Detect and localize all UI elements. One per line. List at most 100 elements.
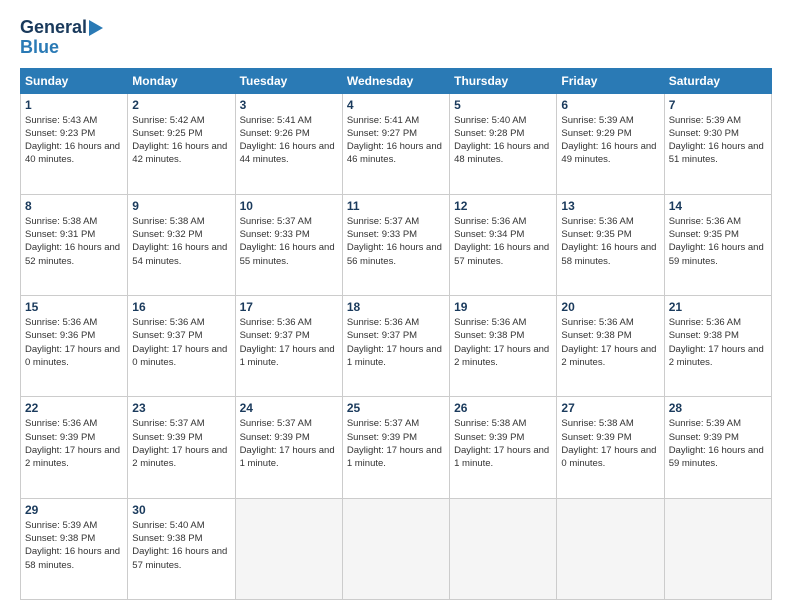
day-info: Sunrise: 5:38 AMSunset: 9:32 PMDaylight:… — [132, 215, 230, 268]
calendar-cell: 22Sunrise: 5:36 AMSunset: 9:39 PMDayligh… — [21, 397, 128, 498]
day-info: Sunrise: 5:39 AMSunset: 9:29 PMDaylight:… — [561, 114, 659, 167]
day-info: Sunrise: 5:36 AMSunset: 9:35 PMDaylight:… — [669, 215, 767, 268]
calendar-row: 22Sunrise: 5:36 AMSunset: 9:39 PMDayligh… — [21, 397, 772, 498]
logo-blue: Blue — [20, 38, 59, 58]
calendar-cell: 24 Sunrise: 5:37 AMSunset: 9:39 PMDayligh… — [235, 397, 342, 498]
day-info: Sunrise: 5:40 AMSunset: 9:38 PMDaylight:… — [132, 519, 230, 572]
day-info: Sunrise: 5:36 AMSunset: 9:38 PMDaylight:… — [669, 316, 767, 369]
day-number: 10 — [240, 199, 338, 213]
day-info: Sunrise: 5:36 AMSunset: 9:39 PMDaylight:… — [25, 417, 123, 470]
day-number: 11 — [347, 199, 445, 213]
day-number: 23 — [132, 401, 230, 415]
calendar-row: 15Sunrise: 5:36 AMSunset: 9:36 PMDayligh… — [21, 296, 772, 397]
day-info: Sunrise: 5:38 AMSunset: 9:31 PMDaylight:… — [25, 215, 123, 268]
calendar-cell: 16 Sunrise: 5:36 AMSunset: 9:37 PMDayligh… — [128, 296, 235, 397]
calendar-cell: 20Sunrise: 5:36 AMSunset: 9:38 PMDayligh… — [557, 296, 664, 397]
calendar-cell: 11 Sunrise: 5:37 AMSunset: 9:33 PMDayligh… — [342, 194, 449, 295]
day-number: 8 — [25, 199, 123, 213]
weekday-header: Friday — [557, 68, 664, 93]
day-number: 17 — [240, 300, 338, 314]
page: General Blue SundayMondayTuesdayWednesda… — [0, 0, 792, 612]
day-info: Sunrise: 5:36 AMSunset: 9:35 PMDaylight:… — [561, 215, 659, 268]
day-info: Sunrise: 5:41 AMSunset: 9:27 PMDaylight:… — [347, 114, 445, 167]
calendar-cell: 12 Sunrise: 5:36 AMSunset: 9:34 PMDayligh… — [450, 194, 557, 295]
calendar-cell: 28Sunrise: 5:39 AMSunset: 9:39 PMDayligh… — [664, 397, 771, 498]
calendar-cell: 30 Sunrise: 5:40 AMSunset: 9:38 PMDayligh… — [128, 498, 235, 599]
day-number: 16 — [132, 300, 230, 314]
day-number: 24 — [240, 401, 338, 415]
weekday-header: Thursday — [450, 68, 557, 93]
calendar-cell: 4 Sunrise: 5:41 AMSunset: 9:27 PMDaylight… — [342, 93, 449, 194]
day-number: 27 — [561, 401, 659, 415]
calendar-cell: 3Sunrise: 5:41 AMSunset: 9:26 PMDaylight… — [235, 93, 342, 194]
calendar-cell — [664, 498, 771, 599]
calendar-cell — [342, 498, 449, 599]
day-info: Sunrise: 5:36 AMSunset: 9:37 PMDaylight:… — [347, 316, 445, 369]
day-info: Sunrise: 5:36 AMSunset: 9:34 PMDaylight:… — [454, 215, 552, 268]
day-number: 9 — [132, 199, 230, 213]
day-number: 6 — [561, 98, 659, 112]
logo-general: General — [20, 17, 87, 37]
day-info: Sunrise: 5:39 AMSunset: 9:30 PMDaylight:… — [669, 114, 767, 167]
day-info: Sunrise: 5:37 AMSunset: 9:39 PMDaylight:… — [240, 417, 338, 470]
weekday-header: Tuesday — [235, 68, 342, 93]
logo: General Blue — [20, 18, 103, 58]
day-info: Sunrise: 5:37 AMSunset: 9:39 PMDaylight:… — [347, 417, 445, 470]
day-info: Sunrise: 5:36 AMSunset: 9:37 PMDaylight:… — [132, 316, 230, 369]
calendar-cell: 13Sunrise: 5:36 AMSunset: 9:35 PMDayligh… — [557, 194, 664, 295]
day-info: Sunrise: 5:37 AMSunset: 9:33 PMDaylight:… — [240, 215, 338, 268]
calendar-cell — [557, 498, 664, 599]
day-info: Sunrise: 5:37 AMSunset: 9:39 PMDaylight:… — [132, 417, 230, 470]
day-info: Sunrise: 5:36 AMSunset: 9:38 PMDaylight:… — [454, 316, 552, 369]
day-number: 4 — [347, 98, 445, 112]
day-number: 1 — [25, 98, 123, 112]
day-info: Sunrise: 5:43 AMSunset: 9:23 PMDaylight:… — [25, 114, 123, 167]
weekday-header: Sunday — [21, 68, 128, 93]
day-number: 21 — [669, 300, 767, 314]
day-number: 28 — [669, 401, 767, 415]
calendar-cell: 1 Sunrise: 5:43 AMSunset: 9:23 PMDaylight… — [21, 93, 128, 194]
day-info: Sunrise: 5:39 AMSunset: 9:38 PMDaylight:… — [25, 519, 123, 572]
weekday-header: Wednesday — [342, 68, 449, 93]
day-number: 3 — [240, 98, 338, 112]
calendar-cell: 5 Sunrise: 5:40 AMSunset: 9:28 PMDaylight… — [450, 93, 557, 194]
day-info: Sunrise: 5:38 AMSunset: 9:39 PMDaylight:… — [561, 417, 659, 470]
day-info: Sunrise: 5:37 AMSunset: 9:33 PMDaylight:… — [347, 215, 445, 268]
calendar-row: 1 Sunrise: 5:43 AMSunset: 9:23 PMDaylight… — [21, 93, 772, 194]
calendar-cell: 14 Sunrise: 5:36 AMSunset: 9:35 PMDayligh… — [664, 194, 771, 295]
calendar-cell: 26 Sunrise: 5:38 AMSunset: 9:39 PMDayligh… — [450, 397, 557, 498]
calendar-cell: 25 Sunrise: 5:37 AMSunset: 9:39 PMDayligh… — [342, 397, 449, 498]
day-number: 30 — [132, 503, 230, 517]
weekday-header: Saturday — [664, 68, 771, 93]
calendar-cell: 21 Sunrise: 5:36 AMSunset: 9:38 PMDayligh… — [664, 296, 771, 397]
day-number: 19 — [454, 300, 552, 314]
calendar-cell: 18Sunrise: 5:36 AMSunset: 9:37 PMDayligh… — [342, 296, 449, 397]
header: General Blue — [20, 18, 772, 58]
calendar-cell — [235, 498, 342, 599]
day-number: 15 — [25, 300, 123, 314]
day-number: 26 — [454, 401, 552, 415]
day-number: 12 — [454, 199, 552, 213]
day-number: 14 — [669, 199, 767, 213]
calendar-cell — [450, 498, 557, 599]
day-number: 29 — [25, 503, 123, 517]
day-info: Sunrise: 5:42 AMSunset: 9:25 PMDaylight:… — [132, 114, 230, 167]
day-number: 7 — [669, 98, 767, 112]
calendar-cell: 7 Sunrise: 5:39 AMSunset: 9:30 PMDaylight… — [664, 93, 771, 194]
day-number: 20 — [561, 300, 659, 314]
calendar-cell: 15Sunrise: 5:36 AMSunset: 9:36 PMDayligh… — [21, 296, 128, 397]
calendar-cell: 17Sunrise: 5:36 AMSunset: 9:37 PMDayligh… — [235, 296, 342, 397]
calendar-row: 29 Sunrise: 5:39 AMSunset: 9:38 PMDayligh… — [21, 498, 772, 599]
day-info: Sunrise: 5:40 AMSunset: 9:28 PMDaylight:… — [454, 114, 552, 167]
day-number: 5 — [454, 98, 552, 112]
calendar-row: 8 Sunrise: 5:38 AMSunset: 9:31 PMDaylight… — [21, 194, 772, 295]
calendar-cell: 2Sunrise: 5:42 AMSunset: 9:25 PMDaylight… — [128, 93, 235, 194]
day-number: 25 — [347, 401, 445, 415]
calendar-cell: 23 Sunrise: 5:37 AMSunset: 9:39 PMDayligh… — [128, 397, 235, 498]
calendar-cell: 29 Sunrise: 5:39 AMSunset: 9:38 PMDayligh… — [21, 498, 128, 599]
calendar-cell: 10 Sunrise: 5:37 AMSunset: 9:33 PMDayligh… — [235, 194, 342, 295]
day-info: Sunrise: 5:38 AMSunset: 9:39 PMDaylight:… — [454, 417, 552, 470]
calendar-cell: 6 Sunrise: 5:39 AMSunset: 9:29 PMDaylight… — [557, 93, 664, 194]
calendar-cell: 9 Sunrise: 5:38 AMSunset: 9:32 PMDaylight… — [128, 194, 235, 295]
logo-text: General — [20, 18, 103, 38]
